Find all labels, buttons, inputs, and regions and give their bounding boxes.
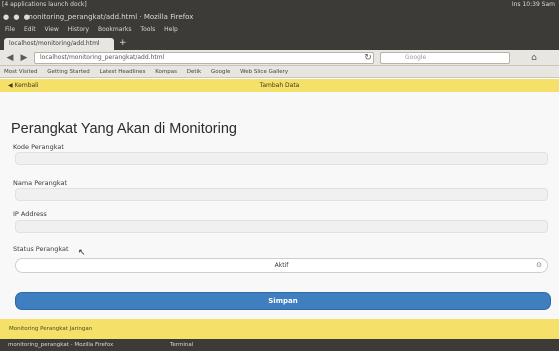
menu-tools[interactable]: Tools bbox=[140, 26, 155, 33]
menu-view[interactable]: View bbox=[45, 26, 59, 33]
top-panel-left[interactable]: [4 applications launch dock] bbox=[2, 0, 87, 9]
new-tab-button[interactable]: + bbox=[119, 38, 129, 48]
browser-tab[interactable]: localhost/monitoring/add.html bbox=[4, 38, 114, 50]
bookmark-item[interactable]: Kompas bbox=[155, 69, 177, 75]
forward-icon[interactable]: ▶ bbox=[18, 52, 30, 64]
footer: Monitoring Perangkat Jaringan bbox=[0, 319, 559, 339]
bookmark-item[interactable]: Web Slice Gallery bbox=[240, 69, 288, 75]
bookmark-item[interactable]: Getting Started bbox=[47, 69, 90, 75]
menu-edit[interactable]: Edit bbox=[24, 26, 36, 33]
status-select[interactable]: Aktif ⊙ bbox=[15, 258, 548, 273]
taskbar: monitoring_perangkat - Mozilla Firefox T… bbox=[0, 339, 559, 351]
bookmark-item[interactable]: Latest Headlines bbox=[100, 69, 146, 75]
chevron-down-icon: ⊙ bbox=[536, 261, 542, 269]
bookmark-item[interactable]: Most Visited bbox=[4, 69, 37, 75]
submit-button[interactable]: Simpan bbox=[15, 292, 551, 310]
app-header-bar: Tambah Data ◀ Kembali bbox=[0, 79, 559, 92]
top-panel: [4 applications launch dock] Ins 10:39 S… bbox=[0, 0, 559, 9]
menu-bookmarks[interactable]: Bookmarks bbox=[98, 26, 132, 33]
menu-file[interactable]: File bbox=[5, 26, 15, 33]
tab-strip: localhost/monitoring/add.html + bbox=[0, 35, 559, 50]
field-label-kode: Kode Perangkat bbox=[13, 143, 64, 151]
home-icon[interactable]: ⌂ bbox=[528, 52, 540, 64]
top-panel-right[interactable]: Ins 10:39 Sam bbox=[512, 0, 555, 9]
page-title: Perangkat Yang Akan di Monitoring bbox=[11, 121, 237, 137]
taskbar-item-firefox[interactable]: monitoring_perangkat - Mozilla Firefox bbox=[8, 339, 113, 351]
bookmark-item[interactable]: Google bbox=[211, 69, 230, 75]
mouse-cursor-icon: ↖ bbox=[78, 248, 86, 258]
bookmark-item[interactable]: Detik bbox=[187, 69, 202, 75]
menu-help[interactable]: Help bbox=[164, 26, 178, 33]
url-input[interactable]: localhost/monitoring_perangkat/add.html bbox=[34, 52, 374, 64]
navigation-bar: ◀ ▶ localhost/monitoring_perangkat/add.h… bbox=[0, 50, 559, 66]
back-icon[interactable]: ◀ bbox=[4, 52, 16, 64]
window-title-bar: ● ● ● monitoring_perangkat/add.html · Mo… bbox=[0, 9, 559, 25]
field-label-ip: IP Address bbox=[13, 210, 47, 218]
kode-perangkat-input[interactable] bbox=[15, 152, 548, 165]
search-input[interactable]: Google bbox=[380, 52, 510, 64]
field-label-nama: Nama Perangkat bbox=[13, 179, 67, 187]
taskbar-item-terminal[interactable]: Terminal bbox=[170, 339, 193, 351]
reload-icon[interactable]: ↻ bbox=[362, 52, 374, 64]
nama-perangkat-input[interactable] bbox=[15, 188, 548, 201]
form-content: Perangkat Yang Akan di Monitoring Kode P… bbox=[0, 92, 559, 319]
menu-history[interactable]: History bbox=[68, 26, 89, 33]
back-button[interactable]: ◀ Kembali bbox=[8, 79, 39, 92]
window-title: monitoring_perangkat/add.html · Mozilla … bbox=[26, 13, 194, 21]
status-select-value: Aktif bbox=[274, 262, 289, 269]
bookmarks-bar: Most Visited Getting Started Latest Head… bbox=[0, 66, 559, 78]
ip-address-input[interactable] bbox=[15, 220, 548, 233]
menu-bar: File Edit View History Bookmarks Tools H… bbox=[0, 25, 559, 35]
field-label-status: Status Perangkat bbox=[13, 245, 69, 253]
app-header-title: Tambah Data bbox=[259, 82, 300, 89]
